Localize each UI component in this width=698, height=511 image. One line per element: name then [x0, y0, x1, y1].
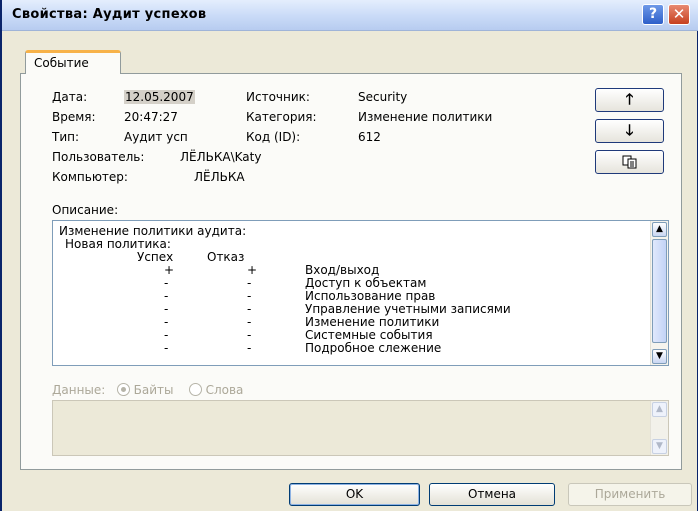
- chevron-down-icon: ▼: [656, 351, 663, 361]
- title-bar: Свойства: Аудит успехов ? ✕: [2, 0, 698, 31]
- data-scroll-down-button: ▼: [652, 439, 667, 454]
- description-label: Описание:: [52, 203, 119, 217]
- close-button[interactable]: ✕: [668, 4, 690, 25]
- help-icon: ?: [648, 6, 658, 22]
- success-mark: +: [164, 263, 175, 277]
- cancel-button[interactable]: Отмена: [429, 483, 555, 506]
- date-label: Дата:: [52, 90, 88, 104]
- description-line-2: Новая политика:: [65, 237, 171, 251]
- description-textbox[interactable]: Изменение политики аудита: Новая политик…: [52, 220, 669, 366]
- success-mark: -: [164, 315, 169, 329]
- success-mark: -: [164, 289, 169, 303]
- arrow-down-icon: 🡓: [625, 121, 634, 139]
- failure-mark: -: [247, 341, 252, 355]
- data-textbox[interactable]: ▲ ▼: [52, 400, 669, 456]
- close-icon: ✕: [672, 5, 686, 23]
- chevron-up-icon: ▲: [656, 404, 663, 414]
- id-label: Код (ID):: [246, 130, 301, 144]
- audit-category-name: Доступ к объектам: [305, 276, 427, 290]
- arrow-up-icon: 🡑: [625, 90, 634, 108]
- scroll-thumb[interactable]: [652, 239, 667, 343]
- data-scroll-up-button: ▲: [652, 402, 667, 417]
- failure-mark: -: [247, 289, 252, 303]
- user-value[interactable]: ЛЁЛЬКА\Katy: [180, 150, 261, 164]
- category-value[interactable]: Изменение политики: [358, 110, 492, 124]
- computer-value[interactable]: ЛЁЛЬКА: [194, 170, 245, 184]
- data-scrollbar: ▲ ▼: [650, 401, 668, 455]
- ok-button[interactable]: OK: [289, 483, 420, 506]
- user-label: Пользователь:: [52, 150, 145, 164]
- category-label: Категория:: [246, 110, 317, 124]
- computer-label: Компьютер:: [52, 170, 128, 184]
- properties-dialog: Свойства: Аудит успехов ? ✕ Событие Дата…: [0, 0, 698, 511]
- data-options: Данные: Байты Слова: [52, 383, 243, 397]
- chevron-down-icon: ▼: [656, 441, 663, 451]
- success-mark: -: [164, 302, 169, 316]
- chevron-up-icon: ▲: [656, 224, 663, 234]
- copy-icon: [622, 155, 636, 169]
- previous-event-button[interactable]: 🡑: [595, 88, 664, 112]
- next-event-button[interactable]: 🡓: [595, 119, 664, 143]
- copy-button[interactable]: [595, 150, 664, 174]
- column-failure: Отказ: [207, 250, 245, 264]
- type-value[interactable]: Аудит усп: [124, 130, 188, 144]
- data-label: Данные:: [52, 383, 106, 397]
- words-radio[interactable]: [188, 383, 202, 396]
- help-button[interactable]: ?: [642, 4, 664, 25]
- audit-category-name: Подробное слежение: [305, 341, 442, 355]
- audit-category-name: Изменение политики: [305, 315, 440, 329]
- source-value[interactable]: Security: [358, 90, 407, 104]
- success-mark: -: [164, 276, 169, 290]
- time-value[interactable]: 20:47:27: [124, 110, 178, 124]
- words-label: Слова: [205, 383, 244, 397]
- column-success: Успех: [137, 250, 174, 264]
- failure-mark: -: [247, 302, 252, 316]
- failure-mark: +: [247, 263, 258, 277]
- window-title: Свойства: Аудит успехов: [12, 7, 207, 22]
- id-value[interactable]: 612: [358, 130, 381, 144]
- bytes-label: Байты: [133, 383, 174, 397]
- bytes-radio[interactable]: [116, 383, 130, 396]
- audit-category-name: Системные события: [305, 328, 433, 342]
- failure-mark: -: [247, 315, 252, 329]
- tab-event-label: Событие: [34, 56, 89, 70]
- source-label: Источник:: [246, 90, 310, 104]
- scroll-up-button[interactable]: ▲: [652, 222, 667, 237]
- failure-mark: -: [247, 276, 252, 290]
- scroll-down-button[interactable]: ▼: [652, 349, 667, 364]
- date-value[interactable]: 12.05.2007: [124, 90, 195, 104]
- audit-category-name: Вход/выход: [305, 263, 380, 277]
- apply-button: Применить: [568, 483, 692, 506]
- type-label: Тип:: [52, 130, 80, 144]
- tab-event[interactable]: Событие: [25, 50, 121, 74]
- success-mark: -: [164, 341, 169, 355]
- audit-category-name: Использование прав: [305, 289, 436, 303]
- audit-category-name: Управление учетными записями: [305, 302, 511, 316]
- description-line-1: Изменение политики аудита:: [59, 224, 247, 238]
- time-label: Время:: [52, 110, 96, 124]
- success-mark: -: [164, 328, 169, 342]
- description-scrollbar[interactable]: ▲ ▼: [650, 221, 668, 365]
- failure-mark: -: [247, 328, 252, 342]
